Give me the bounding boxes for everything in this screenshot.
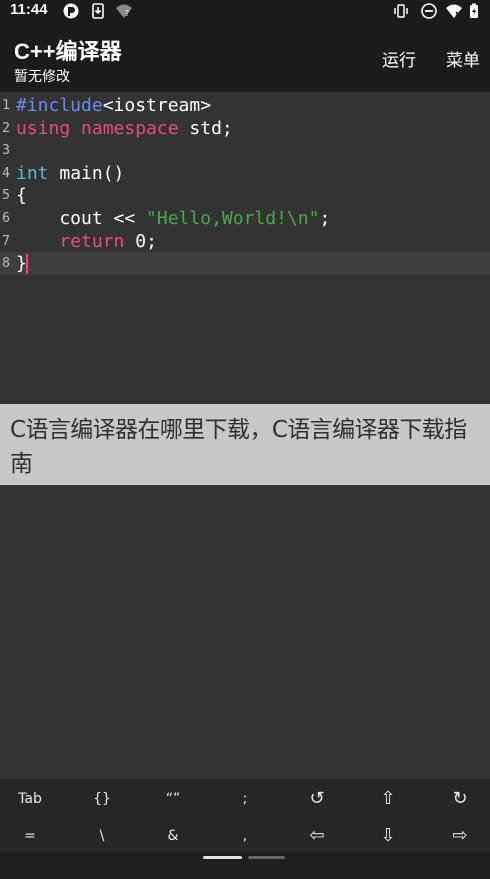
key-arrow-down-icon[interactable]: ⇩ [358, 821, 418, 851]
code-token: cout << [16, 208, 147, 229]
key[interactable]: “” [143, 784, 203, 814]
code-token: namespace [81, 117, 179, 139]
code-token: ; [319, 208, 331, 229]
key[interactable]: Tab [0, 784, 60, 814]
code-line[interactable]: 2 using namespace std; [0, 117, 490, 140]
app-bar: C++编译器 暂无修改 运行 菜单 [0, 22, 490, 92]
line-number: 6 [2, 211, 10, 226]
key-arrow-left-icon[interactable]: ⇦ [287, 821, 347, 851]
menu-button[interactable]: 菜单 [446, 46, 480, 71]
key[interactable]: ; [215, 784, 275, 814]
app-title: C++编译器 [14, 39, 122, 64]
text-cursor [26, 254, 28, 275]
code-text: int main() [16, 163, 124, 184]
code-line[interactable]: 1 #include<iostream> [0, 94, 490, 117]
wifi-question-icon: ? [116, 4, 132, 18]
code-line[interactable]: 6 cout << "Hello,World!\n"; [0, 207, 490, 230]
code-token: main() [48, 162, 125, 184]
wifi-x-icon [446, 4, 462, 18]
code-line[interactable]: 3 [0, 139, 490, 162]
gesture-handle [248, 856, 285, 859]
status-bar: 11:44 ? [0, 0, 490, 22]
code-text: #include<iostream> [16, 95, 211, 116]
status-time: 11:44 [10, 1, 48, 18]
code-token: int [16, 162, 49, 184]
code-text: using namespace std; [16, 118, 233, 139]
home-handle[interactable] [203, 856, 242, 859]
code-line[interactable]: 7 return 0; [0, 230, 490, 253]
battery-charging-icon [470, 3, 478, 18]
code-line[interactable]: 5{ [0, 184, 490, 207]
code-line[interactable]: 4 int main() [0, 162, 490, 185]
key[interactable]: \ [72, 821, 132, 851]
key-undo-icon[interactable]: ↺ [287, 784, 347, 814]
key-redo-icon[interactable]: ↻ [430, 784, 490, 814]
code-text: return 0; [16, 231, 157, 252]
key[interactable]: {} [72, 784, 132, 814]
key-arrow-right-icon[interactable]: ⇨ [430, 821, 490, 851]
overlay-banner: C语言编译器在哪里下载，C语言编译器下载指南 [0, 404, 490, 485]
code-token: #include [16, 95, 103, 116]
code-token: "Hello,World!\n" [146, 208, 320, 229]
line-number: 4 [2, 165, 10, 181]
do-not-disturb-icon [421, 3, 437, 19]
line-number: 8 [2, 256, 10, 272]
key[interactable]: , [215, 821, 275, 851]
code-token: 0; [124, 230, 157, 252]
svg-text:?: ? [125, 9, 129, 18]
banner-text: C语言编译器在哪里下载，C语言编译器下载指南 [10, 417, 467, 477]
key[interactable]: = [0, 821, 60, 851]
code-text: cout << "Hello,World!\n"; [16, 208, 330, 229]
code-line[interactable]: 8} [0, 252, 490, 276]
line-number: 5 [2, 188, 10, 204]
code-token: using [16, 117, 71, 139]
run-button[interactable]: 运行 [382, 46, 416, 71]
code-text: { [16, 185, 27, 206]
app-logo-icon [63, 3, 79, 19]
navigation-bar [0, 852, 490, 879]
code-editor[interactable]: 1 #include<iostream> 2 using namespace std;… [0, 92, 490, 404]
code-token: std; [178, 117, 233, 139]
code-token: <iostream> [102, 95, 212, 116]
line-number: 1 [2, 98, 10, 113]
modification-status: 暂无修改 [14, 68, 70, 84]
phone-download-icon [92, 3, 104, 19]
vibrate-icon [394, 4, 408, 18]
key[interactable]: & [143, 821, 203, 851]
line-number: 2 [2, 120, 10, 136]
code-token: { [16, 185, 27, 207]
line-number: 3 [2, 143, 10, 159]
key-shift-up-icon[interactable]: ⇧ [358, 784, 418, 814]
code-token: return [59, 230, 125, 252]
line-number: 7 [2, 233, 10, 249]
